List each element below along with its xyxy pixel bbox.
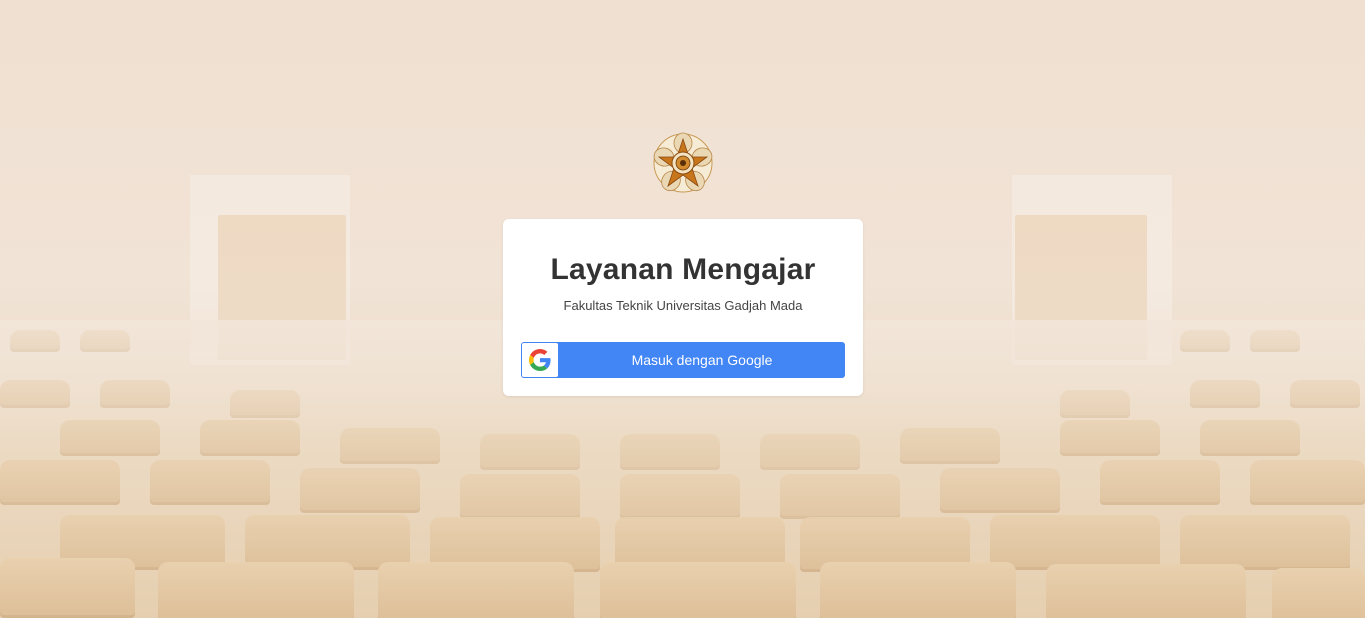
page-title: Layanan Mengajar [550, 253, 816, 286]
login-card: Layanan Mengajar Fakultas Teknik Univers… [503, 219, 863, 396]
page-subtitle: Fakultas Teknik Universitas Gadjah Mada [563, 298, 803, 313]
ugm-seal-icon [651, 131, 715, 195]
google-g-icon [522, 343, 558, 377]
google-signin-button[interactable]: Masuk dengan Google [521, 342, 845, 378]
google-signin-label: Masuk dengan Google [631, 352, 773, 368]
